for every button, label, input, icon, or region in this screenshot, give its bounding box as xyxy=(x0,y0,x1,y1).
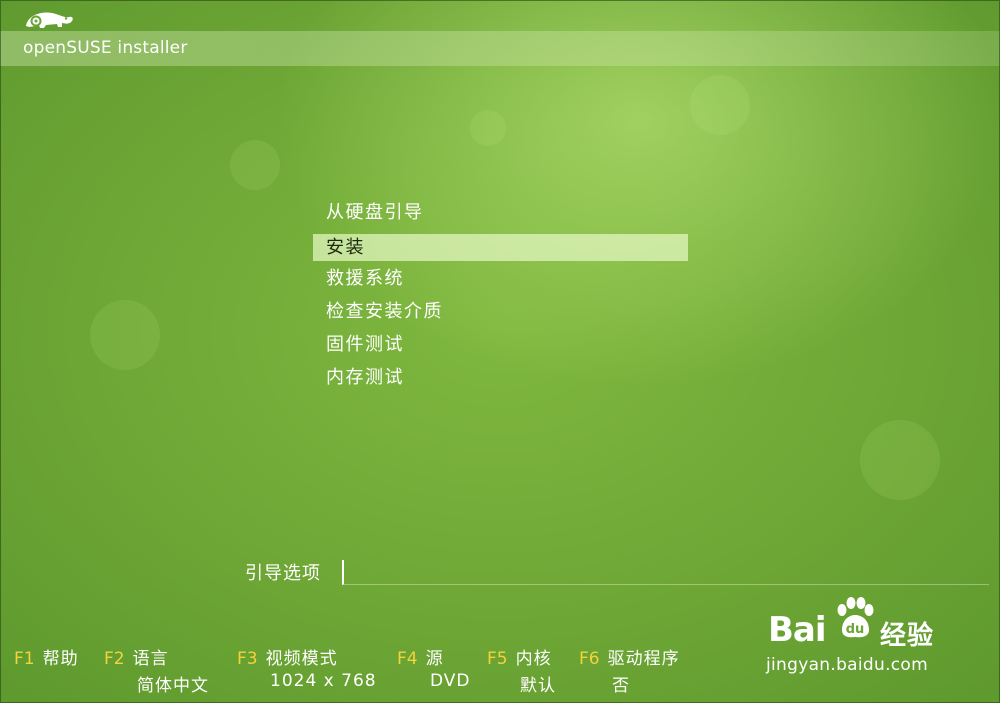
fkey-video-mode[interactable]: F3 视频模式 xyxy=(237,644,338,669)
fkey-code: F6 xyxy=(579,649,600,669)
fkey-code: F2 xyxy=(104,649,125,669)
fkey-label: 内核 xyxy=(515,649,552,669)
fkey-code: F1 xyxy=(14,649,35,669)
fkey-driver[interactable]: F6 驱动程序 xyxy=(579,644,680,669)
fkey-label: 驱动程序 xyxy=(607,649,680,669)
boot-options-label: 引导选项 xyxy=(245,563,321,584)
boot-menu[interactable]: 从硬盘引导 安装 救援系统 检查安装介质 固件测试 内存测试 xyxy=(313,198,688,396)
svg-text:du: du xyxy=(846,622,865,637)
installer-title: openSUSE installer xyxy=(23,38,188,58)
menu-item-memory-test[interactable]: 内存测试 xyxy=(313,363,688,396)
paw-icon: du xyxy=(837,597,874,638)
bokeh-decoration xyxy=(690,75,750,135)
menu-item-check-installation-media[interactable]: 检查安装介质 xyxy=(313,297,688,330)
fkey-code: F4 xyxy=(397,649,418,669)
fkey-driver-value: 否 xyxy=(612,676,630,696)
fkey-source[interactable]: F4 源 xyxy=(397,644,444,669)
bokeh-decoration xyxy=(860,420,940,500)
fkey-video-mode-value: 1024 x 768 xyxy=(270,671,377,691)
menu-item-installation[interactable]: 安装 xyxy=(313,234,688,261)
bokeh-decoration xyxy=(230,140,280,190)
menu-item-boot-from-hard-disk[interactable]: 从硬盘引导 xyxy=(313,198,688,231)
watermark-url: jingyan.baidu.com xyxy=(766,655,928,675)
watermark-brand-text: Bai xyxy=(768,610,827,650)
fkey-help[interactable]: F1 帮助 xyxy=(14,644,79,669)
bokeh-decoration xyxy=(90,300,160,370)
menu-item-firmware-test[interactable]: 固件测试 xyxy=(313,330,688,363)
fkey-source-value: DVD xyxy=(430,671,471,691)
fkey-language[interactable]: F2 语言 xyxy=(104,644,169,669)
baidu-jingyan-watermark: Bai du 经验 jingyan.baidu.com xyxy=(764,596,974,686)
fkey-kernel[interactable]: F5 内核 xyxy=(487,644,552,669)
fkey-code: F3 xyxy=(237,649,258,669)
fkey-kernel-value: 默认 xyxy=(520,676,556,696)
chameleon-logo-icon xyxy=(26,12,73,28)
fkey-label: 帮助 xyxy=(42,649,79,669)
fkey-label: 语言 xyxy=(132,649,169,669)
watermark-brand-suffix: 经验 xyxy=(880,621,935,651)
fkey-language-value: 简体中文 xyxy=(137,676,209,696)
fkey-code: F5 xyxy=(487,649,508,669)
bokeh-decoration xyxy=(470,110,506,146)
fkey-label: 源 xyxy=(425,649,444,669)
boot-options-input[interactable] xyxy=(342,560,989,585)
fkey-label: 视频模式 xyxy=(265,649,338,669)
menu-item-rescue-system[interactable]: 救援系统 xyxy=(313,264,688,297)
